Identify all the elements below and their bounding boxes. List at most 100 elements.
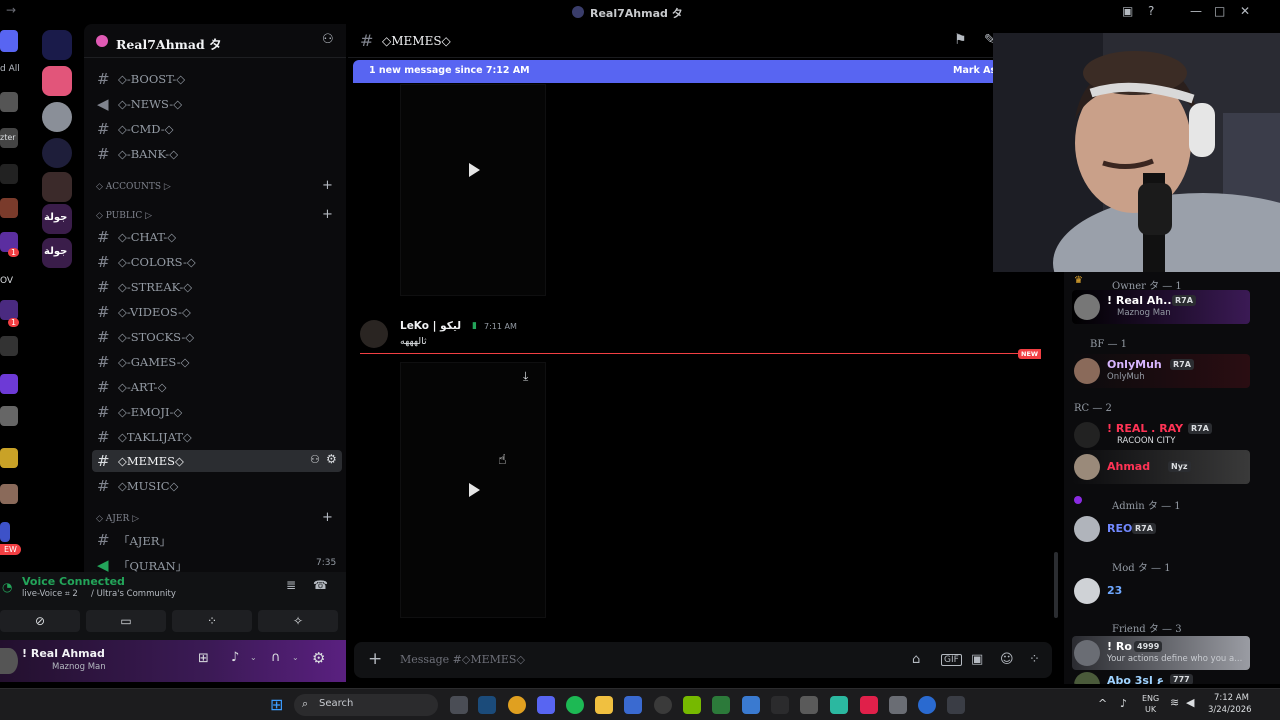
- channel-stocks[interactable]: # ◇-STOCKS-◇: [92, 326, 342, 348]
- channel-quran[interactable]: ◀ 「QURAN」 7:35: [92, 554, 342, 572]
- mic-tray-icon[interactable]: ♪: [1120, 697, 1127, 710]
- new-messages-banner[interactable]: 1 new message since 7:12 AM Mark As: [353, 60, 998, 83]
- apps-icon[interactable]: ⁘: [1029, 652, 1040, 667]
- emoji-icon[interactable]: ☺: [1000, 652, 1014, 667]
- search-box[interactable]: ⌕ Search: [294, 694, 438, 716]
- avatar[interactable]: [360, 320, 388, 348]
- message-input[interactable]: Message #◇MEMES◇: [400, 653, 525, 666]
- channel-memes[interactable]: # ◇MEMES◇ ⚇ ⚙: [92, 450, 342, 472]
- soundboard-button[interactable]: ✧: [258, 610, 338, 632]
- settings-app-icon[interactable]: [889, 696, 907, 714]
- video-attachment-1[interactable]: [400, 84, 546, 296]
- channel-cmd[interactable]: # ◇-CMD-◇: [92, 118, 342, 140]
- play-icon[interactable]: [469, 483, 480, 497]
- app-icon-1[interactable]: [742, 696, 760, 714]
- xbox-icon[interactable]: [654, 696, 672, 714]
- category-ajer[interactable]: ◇ AJER ▷: [96, 514, 139, 524]
- member-item[interactable]: ! Ro 4999 Your actions define who you a.…: [1072, 636, 1250, 670]
- add-channel-icon[interactable]: +: [322, 207, 333, 222]
- channel-ajer[interactable]: # 「AJER」: [92, 529, 342, 551]
- app-icon-4[interactable]: [830, 696, 848, 714]
- member-item[interactable]: Abo 3sl ع 777: [1072, 668, 1252, 684]
- media-player-icon[interactable]: [712, 696, 730, 714]
- activities-button[interactable]: ⁘: [172, 610, 252, 632]
- rail-edge-icon-4[interactable]: [0, 198, 18, 218]
- app-icon-3[interactable]: [800, 696, 818, 714]
- spotify-icon[interactable]: [566, 696, 584, 714]
- category-public[interactable]: ◇ PUBLIC ▷: [96, 211, 152, 221]
- channel-streak[interactable]: # ◇-STREAK-◇: [92, 276, 342, 298]
- discord-icon[interactable]: [537, 696, 555, 714]
- clock-time[interactable]: 7:12 AM: [1214, 693, 1249, 703]
- windows-start-icon[interactable]: ⊞: [270, 695, 283, 714]
- chevron-up-icon[interactable]: ^: [1098, 697, 1107, 710]
- file-explorer-icon[interactable]: [595, 696, 613, 714]
- rail-edge-icon-6[interactable]: [0, 300, 18, 320]
- store-icon[interactable]: [624, 696, 642, 714]
- user-name[interactable]: ! Real Ahmad: [22, 647, 105, 660]
- gear-icon[interactable]: ⚙: [312, 649, 325, 667]
- member-item[interactable]: ! Real Ah... R7A Maznog Man: [1072, 290, 1250, 324]
- mark-as-read-button[interactable]: Mark As: [953, 65, 996, 76]
- member-item[interactable]: REO R7A: [1072, 512, 1252, 546]
- server-header[interactable]: Real7Ahmad タ ⌄ ⚇: [84, 24, 346, 58]
- channel-music[interactable]: # ◇MUSIC◇: [92, 475, 342, 497]
- gift-icon[interactable]: ⌂: [912, 652, 920, 667]
- rail-edge-icon-9[interactable]: [0, 406, 18, 426]
- volume-icon[interactable]: ◀: [1186, 696, 1194, 709]
- guild-icon-verified[interactable]: [42, 66, 72, 96]
- add-channel-icon[interactable]: +: [322, 178, 333, 193]
- voice-channel-name[interactable]: live-Voice ⌗ 2: [22, 589, 78, 599]
- add-member-icon[interactable]: ⚇: [322, 32, 334, 47]
- controller-icon[interactable]: ⊞: [198, 651, 209, 666]
- channel-emoji[interactable]: # ◇-EMOJI-◇: [92, 401, 342, 423]
- app-icon-6[interactable]: [947, 696, 965, 714]
- category-accounts[interactable]: ◇ ACCOUNTS ▷: [96, 182, 171, 192]
- channel-games[interactable]: # ◇-GAMES-◇: [92, 351, 342, 373]
- microphone-icon[interactable]: ♪: [231, 650, 239, 665]
- noise-suppression-icon[interactable]: ≣: [286, 578, 296, 592]
- lang-code[interactable]: ENG: [1142, 694, 1159, 703]
- rail-edge-icon-12[interactable]: [0, 522, 10, 542]
- guild-icon-4[interactable]: [42, 172, 72, 202]
- steam-icon[interactable]: [478, 696, 496, 714]
- camera-off-button[interactable]: ⊘: [0, 610, 80, 632]
- camera-app-icon[interactable]: [450, 696, 468, 714]
- channel-videos[interactable]: # ◇-VIDEOS-◇: [92, 301, 342, 323]
- app-icon-2[interactable]: [771, 696, 789, 714]
- channel-taklijat[interactable]: # ◇TAKLIJAT◇: [92, 426, 342, 448]
- channel-bank[interactable]: # ◇-BANK-◇: [92, 143, 342, 165]
- invite-icon[interactable]: ⚇: [310, 453, 320, 466]
- rail-edge-icon-7[interactable]: [0, 336, 18, 356]
- rail-edge-icon-3[interactable]: [0, 164, 18, 184]
- sticker-icon[interactable]: ▣: [971, 652, 983, 667]
- rail-edge-icon-10[interactable]: [0, 448, 18, 468]
- chrome-icon[interactable]: [508, 696, 526, 714]
- inbox-icon[interactable]: ▣: [1122, 4, 1133, 18]
- member-item[interactable]: 23: [1072, 574, 1252, 608]
- chevron-down-icon[interactable]: ⌄: [292, 653, 299, 662]
- video-attachment-2[interactable]: ⤓: [400, 362, 546, 618]
- member-item[interactable]: OnlyMuh R7A OnlyMuh: [1072, 354, 1250, 388]
- channel-chat[interactable]: # ◇-CHAT-◇: [92, 226, 342, 248]
- disconnect-icon[interactable]: ☎: [313, 578, 328, 592]
- channel-news[interactable]: ◀ ◇-NEWS-◇: [92, 93, 342, 115]
- channel-boost[interactable]: # ◇-BOOST-◇: [92, 68, 342, 90]
- member-item[interactable]: Ahmad Nyz: [1072, 450, 1250, 484]
- chrome-active-icon[interactable]: [918, 696, 936, 714]
- guild-icon-2[interactable]: [42, 102, 72, 132]
- avatar[interactable]: [0, 648, 18, 674]
- add-attachment-icon[interactable]: +: [368, 649, 382, 669]
- gif-icon[interactable]: GIF: [941, 654, 962, 666]
- play-icon[interactable]: [469, 163, 480, 177]
- maximize-button[interactable]: □: [1214, 4, 1225, 18]
- message-composer[interactable]: + Message #◇MEMES◇ ⌂ GIF ▣ ☺ ⁘: [354, 642, 1052, 678]
- rail-edge-icon-1[interactable]: [0, 92, 18, 112]
- channel-colors[interactable]: # ◇-COLORS-◇: [92, 251, 342, 273]
- member-item[interactable]: ! REAL . RAY R7A RACOON CITY: [1072, 418, 1252, 452]
- headphones-icon[interactable]: ∩: [271, 650, 281, 665]
- threads-icon[interactable]: ⚑: [954, 32, 967, 48]
- close-button[interactable]: ✕: [1240, 4, 1250, 18]
- download-icon[interactable]: ⤓: [523, 369, 528, 384]
- minimize-button[interactable]: —: [1190, 4, 1202, 18]
